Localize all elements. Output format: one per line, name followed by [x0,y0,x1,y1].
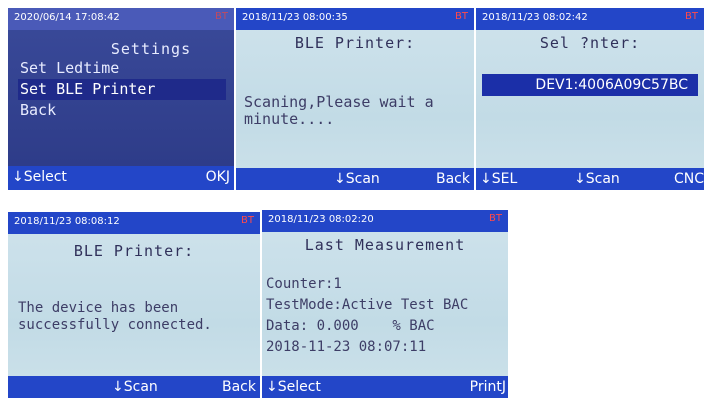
softkey-bar: ↓Select OKJ [8,166,234,190]
softkey-bar: ↓Select PrintJ [262,376,508,398]
screen-title: Sel ?nter: [539,34,641,52]
counter-line: Counter:1 [266,276,342,292]
last-measurement-screen: 2018/11/23 08:02:20 BT Last Measurement … [262,210,508,398]
back-softkey[interactable]: Back [222,379,256,395]
screen-title: BLE Printer: [294,34,416,52]
sel-softkey[interactable]: ↓SEL [480,171,517,187]
bt-indicator: BT [241,215,254,226]
status-bar: 2018/11/23 08:02:42 BT [476,8,704,30]
timestamp: 2018/11/23 08:02:42 [482,12,588,23]
data-line: Data: 0.000 % BAC [266,318,435,334]
connection-message: The device has been successfully connect… [18,300,212,333]
scan-softkey[interactable]: ↓Scan [334,171,380,187]
ble-connected-screen: 2018/11/23 08:08:12 BT BLE Printer: The … [8,212,260,398]
test-mode-line: TestMode:Active Test BAC [266,297,469,313]
timestamp: 2018/11/23 08:02:20 [268,214,374,225]
measurement-datetime: 2018-11-23 08:07:11 [266,339,427,355]
menu-item-set-ble-printer[interactable]: Set BLE Printer [18,79,226,100]
softkey-bar: ↓Scan Back [236,168,474,190]
scanning-message: Scaning,Please wait a minute.... [244,93,434,128]
timestamp: 2020/06/14 17:08:42 [14,12,120,23]
bt-indicator: BT [685,11,698,22]
menu-item-set-ledtime[interactable]: Set Ledtime [18,58,226,79]
scan-softkey[interactable]: ↓Scan [574,171,620,187]
timestamp: 2018/11/23 08:00:35 [242,12,348,23]
select-softkey[interactable]: ↓Select [12,169,67,185]
softkey-bar: ↓SEL ↓Scan CNC [476,168,704,190]
status-bar: 2018/11/23 08:02:20 BT [262,210,508,232]
menu-item-back[interactable]: Back [18,100,226,121]
bt-indicator: BT [489,213,502,224]
measurement-details: Counter:1 TestMode:Active Test BAC Data:… [266,274,468,358]
status-bar: 2020/06/14 17:08:42 BT [8,8,234,30]
status-bar: 2018/11/23 08:08:12 BT [8,212,260,234]
ble-scanning-screen: 2018/11/23 08:00:35 BT BLE Printer: Scan… [236,8,474,190]
scan-softkey[interactable]: ↓Scan [112,379,158,395]
device-list-item-dev1[interactable]: DEV1:4006A09C57BC [482,74,698,96]
select-softkey[interactable]: ↓Select [266,379,321,395]
timestamp: 2018/11/23 08:08:12 [14,216,120,227]
screen-title: BLE Printer: [73,242,195,260]
bt-indicator: BT [215,11,228,22]
status-bar: 2018/11/23 08:00:35 BT [236,8,474,30]
ok-softkey[interactable]: OKJ [206,169,230,185]
settings-menu: Set Ledtime Set BLE Printer Back [18,58,226,121]
back-softkey[interactable]: Back [436,171,470,187]
bt-indicator: BT [455,11,468,22]
settings-screen: 2020/06/14 17:08:42 BT Settings Set Ledt… [8,8,234,190]
print-softkey[interactable]: PrintJ [470,379,506,395]
select-printer-screen: 2018/11/23 08:02:42 BT Sel ?nter: DEV1:4… [476,8,704,190]
screen-title: Last Measurement [304,236,466,254]
softkey-bar: ↓Scan Back [8,376,260,398]
cancel-softkey[interactable]: CNC [674,171,704,187]
screen-title: Settings [110,40,192,58]
